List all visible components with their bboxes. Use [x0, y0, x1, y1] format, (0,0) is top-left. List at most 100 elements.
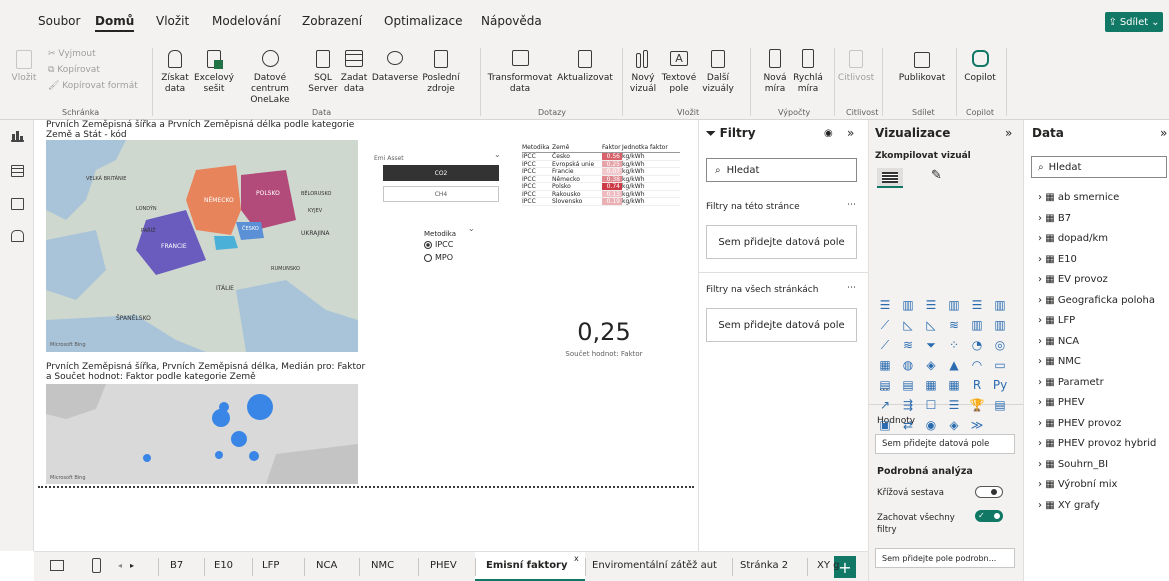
donut-icon[interactable]: ◎ — [992, 338, 1008, 352]
sensitivity-button[interactable]: Citlivost — [838, 44, 874, 84]
decomposition-icon[interactable]: ⇶ — [900, 398, 916, 412]
clustered-column-icon[interactable]: ▥ — [946, 298, 962, 312]
format-visual-tab[interactable]: ✎ — [931, 168, 951, 188]
arcgis-icon[interactable]: ◉ — [923, 418, 939, 432]
data-table-item[interactable]: › ▦ Výrobní mix — [1038, 479, 1117, 490]
narrative-icon[interactable]: ☰ — [946, 398, 962, 412]
azure-map-icon[interactable]: ▲ — [946, 358, 962, 372]
table-icon[interactable]: ▦ — [923, 378, 939, 392]
bubble-map-europe[interactable]: Microsoft Bing — [46, 384, 358, 484]
collapse-icon[interactable]: » — [1005, 126, 1012, 140]
bubble-czech[interactable] — [231, 431, 247, 447]
gauge-icon[interactable]: ◠ — [969, 358, 985, 372]
stacked-bar-icon[interactable]: ☰ — [877, 298, 893, 312]
slicer-option-co2[interactable]: CO2 — [383, 165, 499, 181]
table-row[interactable]: IPCC Evropská unie 0.25 kg/kWh — [522, 160, 680, 168]
page-filters-drop[interactable]: Sem přidejte datová pole — [706, 225, 857, 259]
all-filters-drop[interactable]: Sem přidejte datová pole — [706, 308, 857, 342]
scroll-left-icon[interactable]: ◂ — [118, 561, 122, 570]
r-visual-icon[interactable]: R — [969, 378, 985, 392]
page-tab[interactable]: E10 — [214, 560, 233, 571]
power-apps-icon[interactable]: ▣ — [877, 418, 893, 432]
data-table-item[interactable]: › ▦ EV provoz — [1038, 274, 1108, 285]
collapse-icon[interactable]: » — [1160, 126, 1167, 140]
menu-tab-help[interactable]: Nápověda — [481, 14, 542, 28]
excel-button[interactable]: Excelový sešit — [194, 44, 234, 95]
line-stacked-icon[interactable]: ⟋ — [877, 338, 893, 352]
slicer-icon[interactable]: ▤ — [900, 378, 916, 392]
new-measure-button[interactable]: Nová míra — [760, 44, 790, 95]
data-table-item[interactable]: › ▦ Geograficka poloha — [1038, 295, 1155, 306]
chevron-down-icon[interactable]: ⌄ — [494, 150, 501, 159]
treemap-icon[interactable]: ▦ — [877, 358, 893, 372]
data-table-item[interactable]: › ▦ PHEV — [1038, 397, 1085, 408]
build-visual-tab[interactable] — [877, 168, 903, 188]
mobile-layout-icon[interactable] — [92, 558, 101, 573]
refresh-button[interactable]: Aktualizovat — [556, 44, 614, 84]
emission-factor-table[interactable]: Metodika Země Faktor Jednotka faktor IPC… — [522, 144, 680, 206]
bubble-slovakia[interactable] — [249, 451, 259, 461]
data-table-item[interactable]: › ▦ B7 — [1038, 213, 1071, 224]
get-data-button[interactable]: Získat data — [158, 44, 192, 95]
data-table-item[interactable]: › ▦ E10 — [1038, 254, 1077, 265]
data-table-item[interactable]: › ▦ NMC — [1038, 356, 1081, 367]
table-row[interactable]: IPCC Česko 0.56 kg/kWh — [522, 153, 680, 161]
paste-button[interactable]: Vložit — [6, 44, 42, 84]
menu-tab-modeling[interactable]: Modelování — [212, 14, 281, 28]
close-tab-icon[interactable]: x — [574, 554, 579, 563]
page-tab[interactable]: XY g — [817, 560, 840, 571]
desktop-layout-icon[interactable] — [50, 560, 64, 571]
card-icon[interactable]: ▭ — [992, 358, 1008, 372]
table-row[interactable]: IPCC Polsko 0.74 kg/kWh — [522, 183, 680, 191]
diamond-icon[interactable]: ◈ — [946, 418, 962, 432]
menu-tab-optimize[interactable]: Optimalizace — [384, 14, 462, 28]
data-table-item[interactable]: › ▦ ab smernice — [1038, 192, 1119, 203]
ribbon-icon[interactable]: ≋ — [946, 318, 962, 332]
menu-tab-view[interactable]: Zobrazení — [302, 14, 362, 28]
chevron-down-icon[interactable]: ⌄ — [468, 224, 475, 233]
more-icon[interactable]: ⋯ — [847, 283, 856, 293]
stacked-column-icon[interactable]: ▥ — [900, 298, 916, 312]
waterfall-icon[interactable]: ▥ — [969, 318, 985, 332]
cross-report-toggle[interactable] — [975, 486, 1003, 498]
map-icon[interactable]: ◍ — [900, 358, 916, 372]
menu-tab-file[interactable]: Soubor — [38, 14, 80, 28]
page-tab[interactable]: NMC — [371, 560, 394, 571]
column-100-icon[interactable]: ▥ — [992, 298, 1008, 312]
menu-tab-insert[interactable]: Vložit — [156, 14, 189, 28]
values-drop[interactable]: Sem přidejte datová pole — [875, 434, 1015, 454]
stacked-area-icon[interactable]: ◺ — [923, 318, 939, 332]
share-button[interactable]: ⇪ Sdílet ⌄ — [1105, 12, 1163, 32]
ribbon-chart-icon[interactable]: ≋ — [900, 338, 916, 352]
page-tab[interactable]: B7 — [170, 560, 183, 571]
drill-drop[interactable]: Sem přidejte pole podrobn... — [875, 548, 1015, 568]
data-table-item[interactable]: › ▦ XY grafy — [1038, 500, 1100, 511]
recent-sources-button[interactable]: Poslední zdroje — [420, 44, 462, 95]
cut-button[interactable]: ✂ Vyjmout — [48, 46, 138, 62]
method-option-mpo[interactable]: MPO — [424, 253, 453, 262]
line-icon[interactable]: ⟋ — [877, 318, 893, 332]
pie-icon[interactable]: ◔ — [969, 338, 985, 352]
qa-icon[interactable]: ☐ — [923, 398, 939, 412]
clustered-bar-icon[interactable]: ☰ — [923, 298, 939, 312]
menu-tab-home[interactable]: Domů — [95, 14, 135, 32]
dataverse-button[interactable]: Dataverse — [370, 44, 420, 84]
data-table-item[interactable]: › ▦ dopad/km — [1038, 233, 1108, 244]
power-automate-icon[interactable]: ⇄ — [900, 418, 916, 432]
filters-search-input[interactable]: ⌕ Hledat — [706, 158, 857, 182]
area-icon[interactable]: ◺ — [900, 318, 916, 332]
kpi-icon[interactable]: ▤ — [877, 378, 893, 392]
table-row[interactable]: IPCC Rakousko 0.13 kg/kWh — [522, 190, 680, 198]
data-table-item[interactable]: › ▦ Parametr — [1038, 377, 1104, 388]
data-table-item[interactable]: › ▦ PHEV provoz hybrid — [1038, 438, 1156, 449]
page-tab[interactable]: LFP — [262, 560, 279, 571]
paginated-icon[interactable]: ▤ — [992, 398, 1008, 412]
keep-filters-toggle[interactable]: ✓ — [975, 510, 1003, 522]
filled-map-europe[interactable]: FRANCIE NĚMECKO POLSKO ČESKO ITÁLIE ŠPAN… — [46, 140, 358, 352]
page-tab[interactable]: Emisní faktory — [486, 560, 568, 571]
collapse-icon[interactable]: » — [847, 126, 854, 140]
trophy-icon[interactable]: 🏆 — [969, 398, 985, 412]
table-view-icon[interactable] — [11, 165, 24, 177]
eye-icon[interactable]: ◉ — [824, 128, 833, 139]
data-table-item[interactable]: › ▦ Souhrn_BI — [1038, 459, 1108, 470]
